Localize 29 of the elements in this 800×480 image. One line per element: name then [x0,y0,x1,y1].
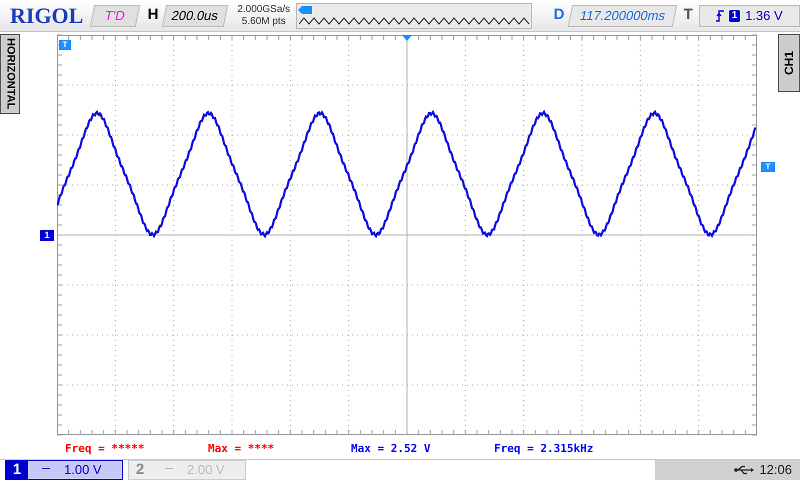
measurement-readout: Freq = ***** [65,441,146,458]
measurement-readout: Max = **** [208,441,276,458]
trigger-source: 1 [729,10,740,22]
channel-number: 1 [6,461,28,479]
delay-label: D [554,5,564,26]
channel-number: 2 [134,461,146,479]
measurement-readout: Freq = 2.315kHz [494,441,594,458]
channel-tab[interactable]: 1 1.00 V [5,460,123,480]
usb-icon [734,465,754,475]
channel-menu-tab[interactable]: CH1 [778,34,800,92]
brand-logo: RIGOL [10,4,82,26]
channel-scale: 1.00 V [64,461,102,480]
channel-offset-marker: 1 [40,230,54,241]
trigger-label: T [684,5,693,26]
horizontal-label: H [148,5,158,26]
timebase-value: 200.0us [162,4,228,26]
delay-value: 117.200000ms [568,4,678,26]
trigger-status: T'D [90,4,140,26]
sample-rate: 2.000GSa/s [237,4,290,16]
trigger-marker-icon [298,6,312,14]
trigger-position-icon [402,35,412,41]
trigger-position-marker: T [59,40,71,50]
rising-edge-icon [716,10,724,22]
clock-time: 12:06 [759,461,792,480]
trigger-level: 1.36 V [745,6,783,25]
trigger-level-marker: T [761,162,775,172]
memory-depth: 5.60M pts [242,16,286,28]
measurement-readout: Max = 2.52 V [351,441,432,458]
horizontal-menu-tab[interactable]: HORIZONTAL [0,34,20,114]
